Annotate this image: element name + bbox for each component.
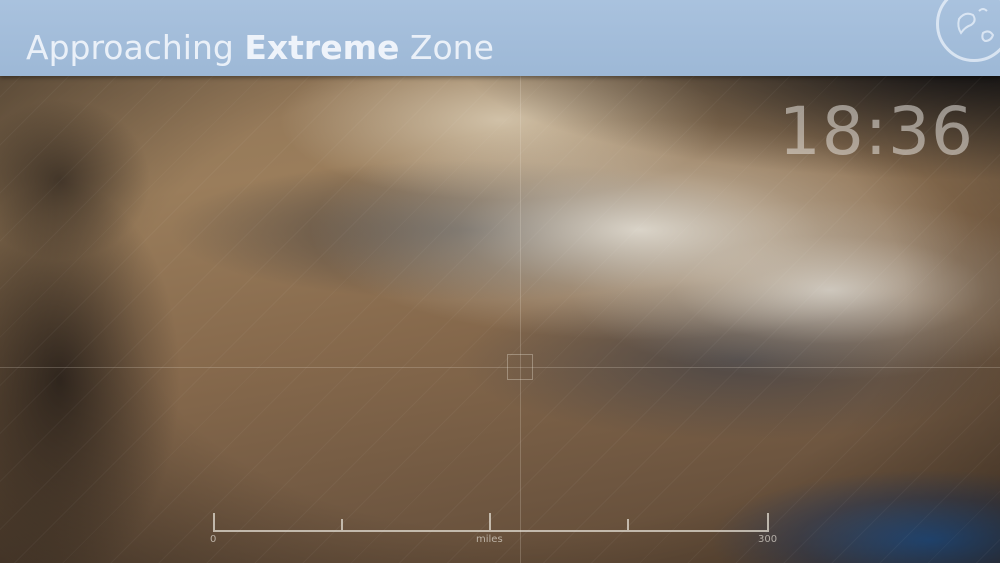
clock-readout: 18:36 — [778, 93, 974, 170]
distance-scale-bar: 0 miles 300 — [210, 512, 777, 552]
scale-tick — [341, 519, 343, 530]
crosshair-vertical — [520, 76, 521, 563]
crosshair-horizontal — [0, 367, 1000, 368]
scale-tick — [767, 513, 769, 530]
hud-screen: Approaching Extreme Zone 18:36 0 miles 3… — [0, 0, 1000, 563]
scale-tick — [489, 513, 491, 530]
title-prefix: Approaching — [26, 28, 234, 67]
page-title: Approaching Extreme Zone — [26, 28, 494, 68]
scale-line — [213, 530, 769, 532]
header-bar: Approaching Extreme Zone — [0, 0, 1000, 76]
globe-icon[interactable] — [936, 0, 1000, 62]
scale-tick — [627, 519, 629, 530]
scale-unit-label: miles — [476, 534, 503, 545]
target-reticle — [507, 354, 533, 380]
title-suffix: Zone — [409, 28, 494, 67]
earth-orbit-view — [0, 0, 1000, 563]
title-emphasis: Extreme — [244, 28, 400, 67]
scale-end-label: 300 — [758, 534, 778, 545]
scale-tick — [213, 513, 215, 530]
scale-start-label: 0 — [210, 534, 217, 545]
